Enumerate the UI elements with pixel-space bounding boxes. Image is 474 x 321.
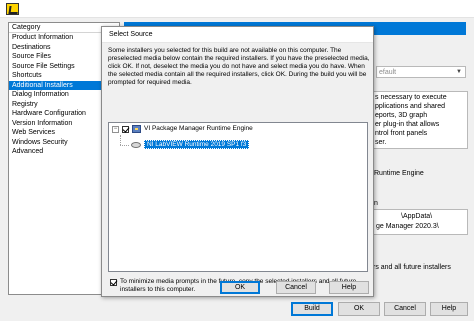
tree-item-parent[interactable]: VI Package Manager Runtime Engine bbox=[144, 124, 253, 134]
select-source-dialog: Select Source Some installers you select… bbox=[101, 26, 374, 297]
window-titlebar bbox=[0, 0, 474, 18]
installer-combo[interactable]: efault ▼ bbox=[376, 66, 466, 78]
desc-line: ntrol front panels bbox=[375, 130, 428, 137]
dialog-help-button[interactable]: Help bbox=[329, 281, 369, 294]
desc-line: eports, 3D graph bbox=[375, 112, 428, 119]
parent-checkbox[interactable] bbox=[122, 126, 129, 133]
package-icon bbox=[132, 125, 141, 133]
tree-item-child-label: NI LabVIEW Runtime 2019 SP1 f3 bbox=[144, 140, 250, 149]
disc-icon bbox=[131, 142, 141, 148]
dialog-message: Some installers you selected for this bu… bbox=[108, 47, 370, 86]
ok-button[interactable]: OK bbox=[338, 302, 380, 316]
dialog-ok-button[interactable]: OK bbox=[220, 281, 260, 294]
minimize-prompts-checkbox[interactable] bbox=[110, 279, 117, 286]
installer-description: s necessary to execute pplications and s… bbox=[372, 91, 468, 149]
cancel-button[interactable]: Cancel bbox=[384, 302, 426, 316]
tree-connector bbox=[120, 145, 129, 146]
tree-connector bbox=[120, 135, 121, 145]
build-button[interactable]: Build bbox=[291, 302, 333, 316]
dialog-cancel-button[interactable]: Cancel bbox=[276, 281, 316, 294]
copy-installers-text: rs and all future installers bbox=[373, 264, 451, 271]
dialog-titlebar: Select Source bbox=[102, 27, 373, 43]
dialog-title: Select Source bbox=[109, 31, 153, 38]
desc-line: er plug-in that allows bbox=[375, 121, 440, 128]
labview-app-icon bbox=[6, 3, 19, 15]
help-button[interactable]: Help bbox=[430, 302, 468, 316]
runtime-engine-label: Runtime Engine bbox=[374, 170, 424, 177]
collapse-icon[interactable]: − bbox=[112, 126, 119, 133]
path-line: ge Manager 2020.3\ bbox=[376, 223, 439, 230]
tree-item-child[interactable]: NI LabVIEW Runtime 2019 SP1 f3 bbox=[144, 140, 250, 150]
tree-item-parent-label: VI Package Manager Runtime Engine bbox=[144, 125, 253, 132]
desc-line: ser. bbox=[375, 139, 387, 146]
media-tree[interactable]: − VI Package Manager Runtime Engine NI L… bbox=[108, 122, 368, 272]
source-path-box: \AppData\ ge Manager 2020.3\ bbox=[372, 209, 468, 235]
chevron-down-icon: ▼ bbox=[456, 69, 462, 75]
desc-line: pplications and shared bbox=[375, 103, 446, 110]
source-label: n bbox=[374, 200, 378, 207]
installer-combo-value: efault bbox=[379, 69, 397, 76]
desc-line: s necessary to execute bbox=[375, 94, 447, 101]
path-line: \AppData\ bbox=[401, 213, 433, 220]
